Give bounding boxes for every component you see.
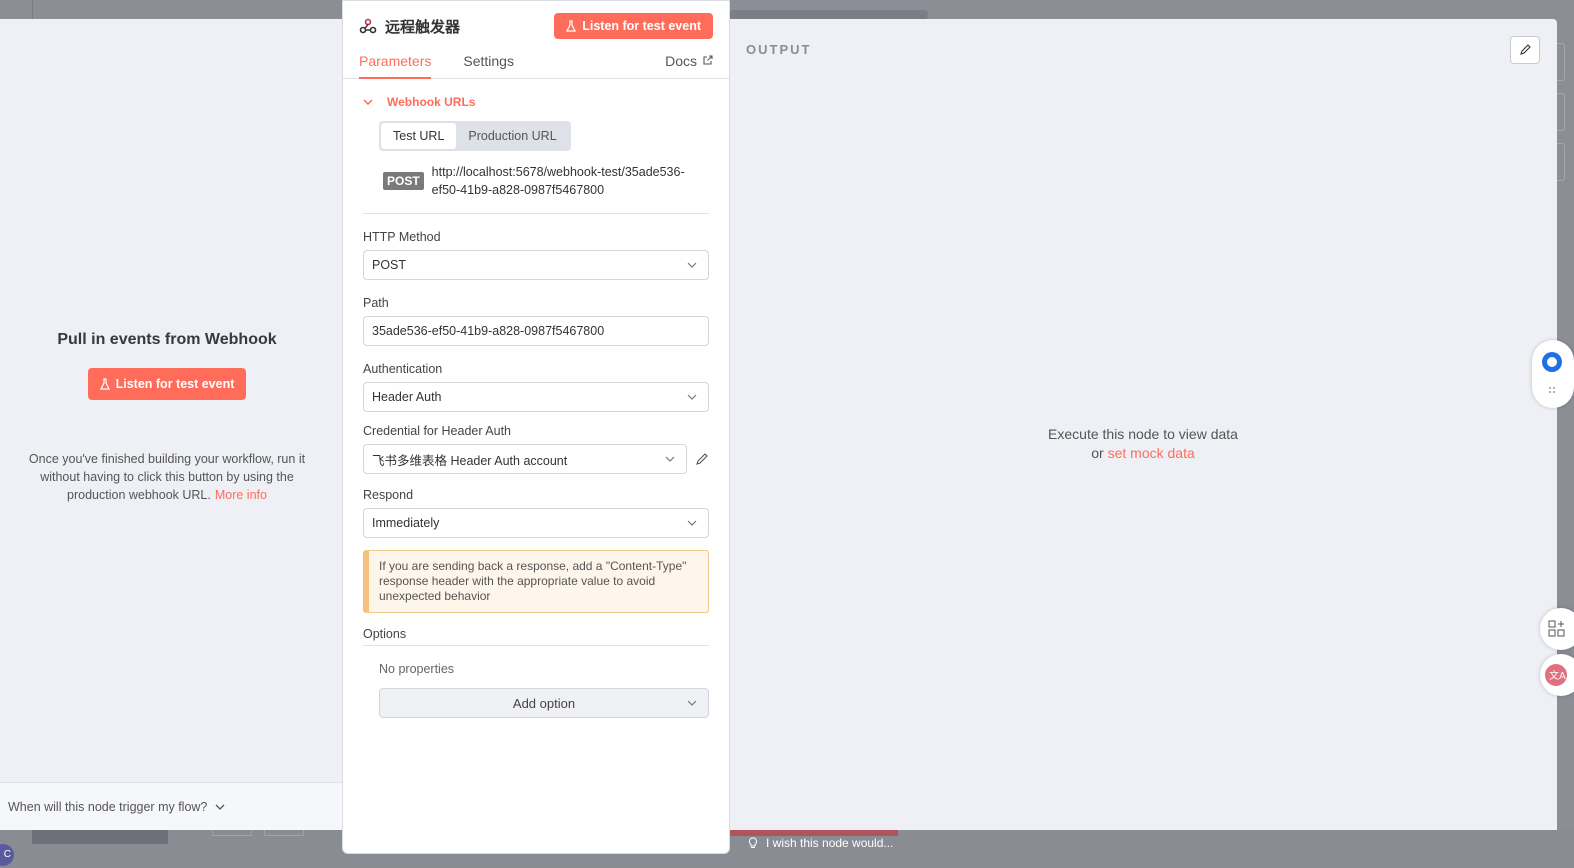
- listen-button-label: Listen for test event: [582, 19, 701, 33]
- authentication-label: Authentication: [363, 362, 443, 376]
- side-tab[interactable]: [1557, 143, 1565, 181]
- credential-row: 飞书多维表格 Header Auth account: [363, 444, 709, 474]
- node-parameters-panel: 远程触发器 Listen for test event Parameters S…: [342, 0, 730, 854]
- path-value: 35ade536-ef50-41b9-a828-0987f5467800: [372, 324, 605, 338]
- webhook-urls-label: Webhook URLs: [387, 95, 476, 109]
- add-option-label: Add option: [512, 695, 576, 711]
- panel-header: 远程触发器 Listen for test event: [343, 1, 729, 51]
- canvas-control: [264, 830, 304, 836]
- input-pane: Pull in events from Webhook Listen for t…: [0, 19, 342, 830]
- respond-value: Immediately: [372, 516, 440, 530]
- no-properties-text: No properties: [379, 662, 455, 676]
- apps-button[interactable]: [1540, 608, 1574, 650]
- listen-button-label: Listen for test event: [115, 377, 235, 391]
- chevron-down-icon: [687, 394, 697, 400]
- listen-for-test-event-button[interactable]: Listen for test event: [554, 13, 713, 39]
- authentication-value: Header Auth: [372, 390, 442, 404]
- translate-icon: 文A: [1545, 664, 1567, 686]
- set-mock-data-link[interactable]: set mock data: [1108, 445, 1195, 461]
- drag-handle-icon: [1549, 387, 1555, 393]
- path-label: Path: [363, 296, 389, 310]
- content-type-notice: If you are sending back a response, add …: [363, 550, 709, 613]
- parameters-content: Webhook URLs Test URL Production URL POS…: [343, 79, 729, 718]
- tab-docs[interactable]: Docs: [665, 51, 713, 79]
- output-label: OUTPUT: [746, 42, 812, 57]
- listen-for-test-event-button[interactable]: Listen for test event: [88, 368, 246, 400]
- side-tab[interactable]: [1557, 93, 1565, 131]
- trigger-question-toggle[interactable]: When will this node trigger my flow?: [0, 782, 342, 830]
- translate-button[interactable]: 文A: [1540, 654, 1574, 696]
- respond-select[interactable]: Immediately: [363, 508, 709, 538]
- docs-label: Docs: [665, 53, 697, 69]
- add-option-button[interactable]: Add option: [379, 688, 709, 718]
- more-info-link[interactable]: More info: [215, 488, 267, 502]
- edit-credential-pencil-icon[interactable]: [695, 452, 709, 466]
- webhook-url[interactable]: http://localhost:5678/webhook-test/35ade…: [432, 163, 709, 199]
- flask-icon: [566, 20, 577, 32]
- test-url-option[interactable]: Test URL: [381, 123, 457, 149]
- user-avatar[interactable]: C: [0, 844, 14, 866]
- grid-sparkle-icon: [1548, 620, 1565, 637]
- path-input[interactable]: 35ade536-ef50-41b9-a828-0987f5467800: [363, 316, 709, 346]
- chevron-down-icon: [665, 456, 675, 462]
- canvas-divider: [32, 0, 33, 19]
- authentication-select[interactable]: Header Auth: [363, 382, 709, 412]
- chat-assistant-button[interactable]: [1532, 340, 1574, 408]
- svg-text:文A: 文A: [1549, 669, 1566, 682]
- tab-settings[interactable]: Settings: [463, 51, 514, 79]
- flask-icon: [99, 378, 110, 390]
- credential-label: Credential for Header Auth: [363, 424, 512, 438]
- chevron-down-icon: [687, 520, 697, 526]
- http-method-value: POST: [372, 258, 407, 272]
- feedback-link[interactable]: I wish this node would...: [748, 836, 893, 850]
- chevron-down-icon: [687, 700, 697, 706]
- canvas-node-bar: [730, 10, 928, 19]
- pencil-icon: [1520, 44, 1531, 55]
- trigger-question-text: When will this node trigger my flow?: [8, 799, 208, 814]
- canvas-top-strip: [0, 0, 1574, 19]
- tab-parameters[interactable]: Parameters: [359, 51, 432, 79]
- production-url-option[interactable]: Production URL: [456, 123, 568, 149]
- chat-bubble-icon: [1542, 352, 1562, 372]
- or-text: or: [1091, 445, 1104, 461]
- webhook-url-row[interactable]: POST http://localhost:5678/webhook-test/…: [383, 163, 709, 199]
- side-tab[interactable]: [1557, 43, 1565, 81]
- chevron-down-icon: [215, 804, 225, 810]
- credential-value: 飞书多维表格 Header Auth account: [372, 453, 568, 468]
- input-pane-help: Once you've finished building your workf…: [16, 450, 318, 504]
- webhook-icon: [359, 18, 377, 34]
- external-link-icon: [703, 55, 713, 65]
- url-type-toggle: Test URL Production URL: [379, 121, 571, 151]
- webhook-urls-toggle[interactable]: Webhook URLs: [363, 93, 709, 111]
- panel-tabs: Parameters Settings Docs: [343, 51, 729, 79]
- output-pane: OUTPUT Execute this node to view data or…: [728, 19, 1557, 830]
- node-title: 远程触发器: [359, 16, 460, 37]
- feedback-text: I wish this node would...: [766, 836, 894, 850]
- divider: [363, 213, 709, 214]
- chevron-down-icon: [687, 262, 697, 268]
- lightbulb-icon: [748, 837, 758, 848]
- canvas-node-thumbnail: [32, 830, 168, 844]
- respond-label: Respond: [363, 488, 414, 502]
- chevron-down-icon: [363, 99, 373, 105]
- credential-select[interactable]: 飞书多维表格 Header Auth account: [363, 444, 687, 474]
- http-method-select[interactable]: POST: [363, 250, 709, 280]
- canvas-control: [212, 830, 252, 836]
- node-title-text: 远程触发器: [385, 18, 461, 36]
- method-badge: POST: [383, 172, 424, 190]
- edit-output-button[interactable]: [1510, 36, 1540, 64]
- input-pane-title: Pull in events from Webhook: [57, 331, 277, 348]
- execute-text: Execute this node to view data: [1048, 426, 1238, 442]
- options-label: Options: [363, 627, 709, 646]
- http-method-label: HTTP Method: [363, 230, 441, 244]
- right-edge-strip: [1557, 19, 1574, 830]
- output-empty-state: Execute this node to view data or set mo…: [988, 425, 1298, 463]
